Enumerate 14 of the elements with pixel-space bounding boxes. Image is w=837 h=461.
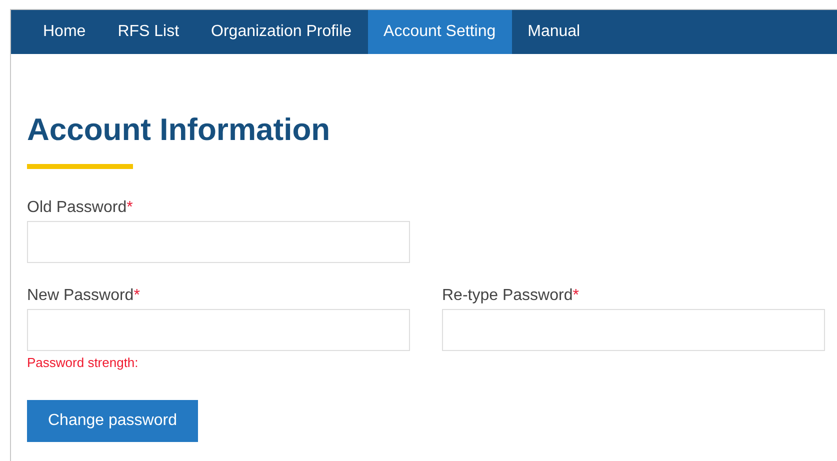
nav-tab[interactable]: Manual [512,10,596,54]
password-field[interactable] [27,221,410,263]
password-strength-text: Password strength: [27,355,140,370]
page-heading: Account Information [27,112,332,148]
nav-tab[interactable]: Organization Profile [195,10,368,54]
nav-tab[interactable]: RFS List [102,10,196,54]
password-field[interactable] [27,309,410,351]
nav-tab[interactable]: Home [27,10,102,54]
change-password-button[interactable]: Change password [27,400,198,442]
nav-tab[interactable]: Account Setting [368,10,512,54]
password-field[interactable] [442,309,825,351]
field-label: Old Password* [27,199,134,217]
field-label: Re-type Password* [442,287,580,305]
field-label: New Password* [27,287,141,305]
